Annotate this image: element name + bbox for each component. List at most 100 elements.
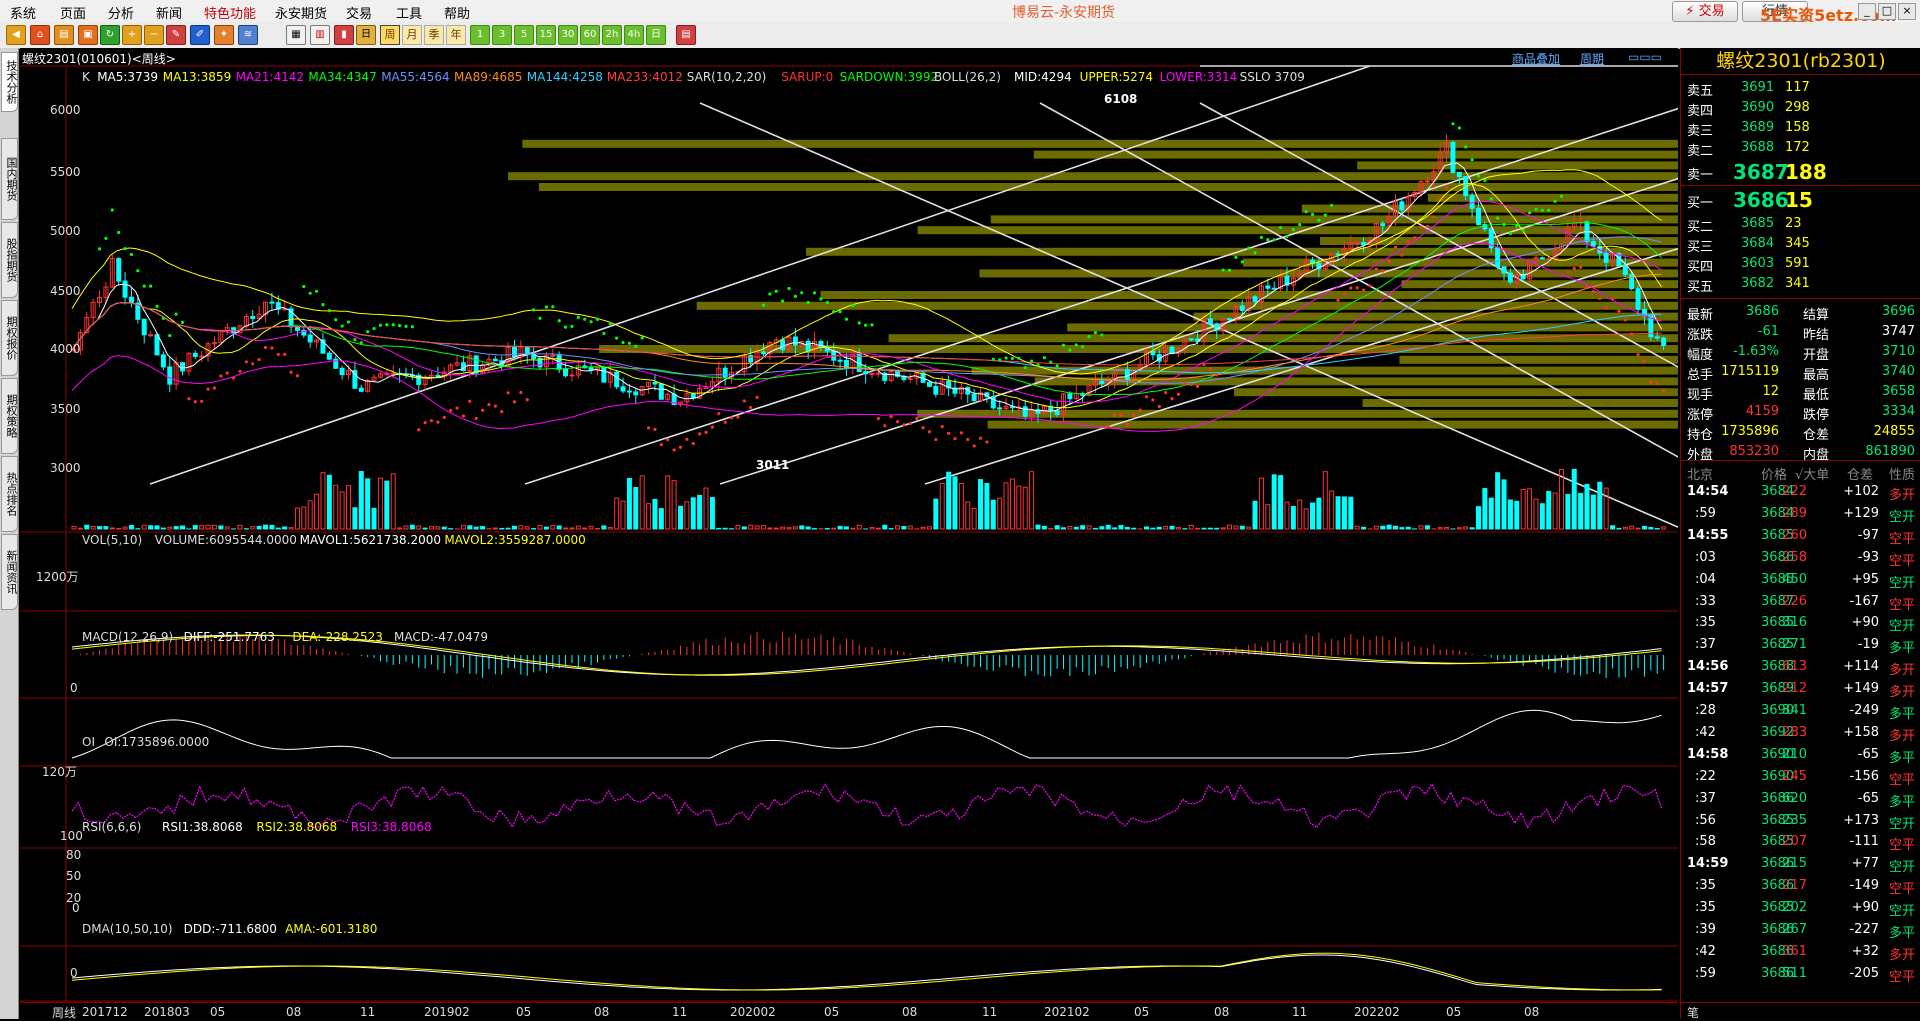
volume-bar (940, 483, 944, 529)
ask-row[interactable]: 卖三3689158 (1681, 118, 1920, 138)
tick-oi-diff: +90 (1852, 615, 1879, 630)
layout-toggle-icon[interactable]: ▭▭▭ (1628, 50, 1662, 64)
ask-price: 3691 (1741, 80, 1774, 95)
volume-profile-bar (991, 215, 1678, 223)
menu-help[interactable]: 帮助 (444, 3, 470, 22)
period-30m[interactable]: 30 (558, 25, 578, 45)
close-icon[interactable]: × (1898, 3, 1916, 20)
volume-bar (512, 526, 516, 529)
bid-row[interactable]: 买二368523 (1681, 214, 1920, 234)
period-2h[interactable]: 2h (602, 25, 622, 45)
volume-bar (1170, 526, 1174, 529)
sar-dot (762, 304, 765, 307)
period-year[interactable]: 年 (446, 25, 466, 45)
table-icon[interactable]: ▦ (286, 25, 306, 45)
ask-price: 3688 (1741, 140, 1774, 155)
tick-nature: 空平 (1889, 769, 1915, 788)
period-4h[interactable]: 4h (624, 25, 644, 45)
menu-yongan[interactable]: 永安期货 (275, 3, 327, 22)
menu-tools[interactable]: 工具 (396, 3, 422, 22)
menu-news[interactable]: 新闻 (156, 3, 182, 22)
pen-icon[interactable]: ✐ (190, 25, 210, 45)
day-icon[interactable]: 日 (356, 25, 376, 45)
tab-technical-analysis[interactable]: 技术分析 (1, 52, 18, 112)
rsi-tick: 0 (72, 901, 80, 915)
tick-time: 14:57 (1687, 681, 1728, 696)
ask-row[interactable]: 卖四3690298 (1681, 98, 1920, 118)
tick-volume: 450 (1782, 572, 1807, 587)
period-week[interactable]: 周 (380, 25, 400, 45)
tab-option-quotes[interactable]: 期权报价 (1, 300, 18, 376)
zoom-out-icon[interactable]: − (144, 25, 164, 45)
time-tick: 08 (286, 1005, 301, 1019)
ask-volume: 298 (1785, 100, 1810, 115)
sar-dot (1356, 286, 1359, 289)
sar-dot (1317, 219, 1320, 222)
sar-dot (1241, 260, 1244, 263)
left-tab-bar: 技术分析 国内期货 股指期货 期权报价 期权策略 热点排名 新闻资讯 (0, 48, 19, 1019)
tab-index-futures[interactable]: 股指期货 (1, 222, 18, 298)
maximize-icon[interactable]: □ (1878, 3, 1896, 20)
menu-trade[interactable]: 交易 (346, 3, 372, 22)
ask-row[interactable]: 卖五3691117 (1681, 78, 1920, 98)
volume-bar (908, 526, 912, 529)
refresh-icon[interactable]: ↻ (100, 25, 120, 45)
tab-news[interactable]: 新闻资讯 (1, 534, 18, 610)
bid-row[interactable]: 买三3684345 (1681, 234, 1920, 254)
ask-row[interactable]: 卖一3687188 (1681, 160, 1920, 184)
draw-line-icon[interactable]: ✎ (166, 25, 186, 45)
candle-body (1362, 242, 1366, 244)
bid-volume: 345 (1785, 236, 1810, 251)
tick-volume: 215 (1782, 856, 1807, 871)
period-quarter[interactable]: 季 (424, 25, 444, 45)
sar-dot (1273, 238, 1276, 241)
menu-features[interactable]: 特色功能 (204, 3, 256, 22)
trade-button[interactable]: ⚡ 交易 (1672, 1, 1738, 22)
bid-row[interactable]: 买五3682341 (1681, 274, 1920, 294)
tab-domestic-futures[interactable]: 国内期货 (1, 138, 18, 220)
ask-row[interactable]: 卖二3688172 (1681, 138, 1920, 158)
ask-volume: 158 (1785, 120, 1810, 135)
candle-body (295, 327, 299, 331)
volume-bar (525, 527, 529, 529)
sar-dot (1075, 343, 1078, 346)
period-3m[interactable]: 3 (492, 25, 512, 45)
bottom-tab-ticks[interactable]: 笔 (1687, 1004, 1699, 1021)
period-link[interactable]: 周期 (1580, 50, 1604, 67)
minimize-icon[interactable]: _ (1858, 3, 1876, 20)
period-month[interactable]: 月 (402, 25, 422, 45)
period-60m[interactable]: 60 (580, 25, 600, 45)
sar-dot (1426, 225, 1429, 228)
chart-icon[interactable]: ▥ (310, 25, 330, 45)
volume-bar (1611, 526, 1615, 529)
tick-oi-diff: +129 (1843, 506, 1879, 521)
sar-dot (966, 438, 969, 441)
period-day[interactable]: 日 (646, 25, 666, 45)
tick-icon[interactable]: ▮ (334, 25, 354, 45)
sar-dot (443, 416, 446, 419)
volume-bar (1247, 527, 1251, 529)
legend-item: MA55:4564 (381, 70, 449, 84)
sar-dot (181, 321, 184, 324)
calendar-icon[interactable]: ▤ (676, 25, 696, 45)
tab-option-strategy[interactable]: 期权策略 (1, 378, 18, 454)
zoom-in-icon[interactable]: + (122, 25, 142, 45)
bid-row[interactable]: 买一368615 (1681, 188, 1920, 212)
period-1m[interactable]: 1 (470, 25, 490, 45)
window-icon[interactable]: ▣ (78, 25, 98, 45)
candle-body (1272, 288, 1276, 289)
sar-dot (347, 320, 350, 323)
overlay-commodity-link[interactable]: 商品叠加 (1512, 50, 1560, 67)
sar-dot (1477, 174, 1480, 177)
tab-hot-ranking[interactable]: 热点排名 (1, 456, 18, 532)
volume-bar (430, 527, 434, 529)
volume-bar (608, 527, 612, 529)
period-5m[interactable]: 5 (514, 25, 534, 45)
indicator-icon[interactable]: ≋ (238, 25, 258, 45)
volume-bar (1042, 526, 1046, 529)
tick-row: :353685316+90空开 (1681, 613, 1920, 635)
menu-analysis[interactable]: 分析 (108, 3, 134, 22)
period-15m[interactable]: 15 (536, 25, 556, 45)
bid-row[interactable]: 买四3603591 (1681, 254, 1920, 274)
brush-icon[interactable]: ✦ (214, 25, 234, 45)
